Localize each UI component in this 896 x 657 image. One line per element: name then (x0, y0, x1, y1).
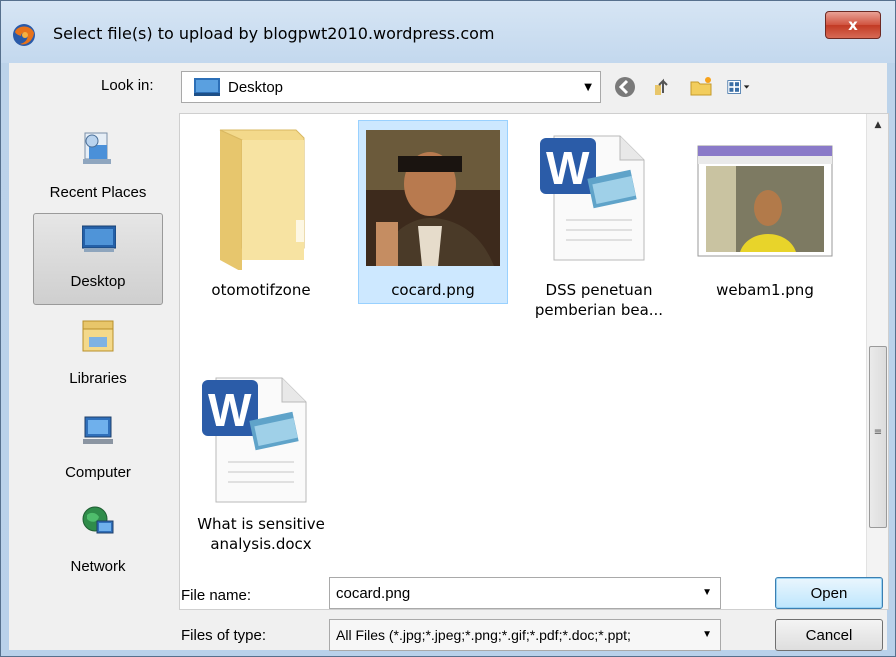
place-label: Desktop (70, 273, 126, 290)
file-name: DSS penetuan pemberian bea... (534, 281, 664, 319)
place-computer[interactable]: Computer (33, 403, 163, 495)
file-name-value: cocard.png (336, 584, 411, 602)
navigation-toolbar (613, 73, 751, 101)
places-bar: Recent Places Desktop Libraries Computer… (23, 113, 171, 588)
place-label: Computer (65, 464, 131, 481)
back-icon[interactable] (613, 75, 637, 99)
file-item-dss-penetuan[interactable]: W DSS penetuan pemberian bea... (524, 120, 674, 322)
file-name: What is sensitive analysis.docx (197, 515, 325, 553)
close-button[interactable]: x (825, 11, 881, 39)
look-in-label: Look in: (101, 77, 154, 94)
firefox-icon (13, 24, 35, 46)
chevron-down-icon[interactable]: ▼ (702, 587, 712, 598)
file-name-label: File name: (181, 587, 252, 604)
recent-places-icon (83, 132, 111, 164)
desktop-small-icon (194, 78, 220, 96)
file-name: webam1.png (716, 281, 814, 299)
close-icon: x (848, 16, 858, 34)
word-document-icon: W (202, 377, 307, 503)
place-libraries[interactable]: Libraries (33, 309, 163, 401)
files-of-type-dropdown[interactable]: All Files (*.jpg;*.jpeg;*.png;*.gif;*.pd… (329, 619, 721, 651)
scrollbar-thumb[interactable]: ≡ (869, 346, 887, 528)
place-recent-places[interactable]: Recent Places (33, 123, 163, 215)
screenshot-thumbnail (697, 145, 833, 257)
cancel-button[interactable]: Cancel (775, 619, 883, 651)
place-label: Libraries (69, 370, 127, 387)
files-of-type-value: All Files (*.jpg;*.jpeg;*.png;*.gif;*.pd… (336, 627, 631, 643)
grip-icon: ≡ (873, 427, 883, 438)
files-of-type-label: Files of type: (181, 627, 267, 644)
libraries-icon (82, 320, 114, 352)
svg-text:W: W (546, 142, 590, 194)
place-desktop[interactable]: Desktop (33, 213, 163, 305)
network-icon (82, 506, 114, 534)
open-button-label: Open (810, 584, 848, 602)
photo-thumbnail (366, 130, 500, 266)
word-document-icon: W (540, 135, 645, 261)
file-name: cocard.png (391, 281, 475, 299)
folder-icon (219, 129, 305, 270)
up-folder-icon[interactable] (651, 75, 675, 99)
dialog-footer: File name: cocard.png ▼ Files of type: A… (9, 563, 887, 653)
file-item-otomotifzone[interactable]: otomotifzone (186, 120, 336, 302)
new-folder-icon[interactable] (689, 75, 713, 99)
title-bar[interactable]: Select file(s) to upload by blogpwt2010.… (1, 1, 895, 63)
look-in-dropdown[interactable]: Desktop ▼ (181, 71, 601, 103)
file-item-webam1[interactable]: webam1.png (690, 120, 840, 302)
file-item-what-is-sensitive[interactable]: W What is sensitive analysis.docx (186, 362, 336, 556)
look-in-value: Desktop (228, 78, 284, 96)
svg-text:W: W (208, 384, 252, 436)
file-name-field[interactable]: cocard.png ▼ (329, 577, 721, 609)
file-list[interactable]: otomotifzone cocard.png W DSS penetuan p… (179, 113, 889, 610)
window-title: Select file(s) to upload by blogpwt2010.… (53, 24, 495, 43)
place-label: Recent Places (49, 184, 147, 201)
chevron-down-icon: ▼ (584, 82, 592, 93)
computer-icon (83, 416, 113, 444)
scroll-up-icon[interactable]: ▲ (867, 120, 889, 130)
desktop-icon (82, 225, 116, 252)
dialog-body: Look in: Desktop ▼ Recent Places Desktop… (9, 63, 889, 653)
vertical-scrollbar[interactable]: ▲ ≡ ▼ (866, 114, 888, 609)
file-name: otomotifzone (211, 281, 311, 299)
file-upload-dialog: Select file(s) to upload by blogpwt2010.… (0, 0, 896, 657)
cancel-button-label: Cancel (805, 626, 853, 644)
view-menu-icon[interactable] (727, 75, 751, 99)
chevron-down-icon[interactable]: ▼ (702, 629, 712, 640)
open-button[interactable]: Open (775, 577, 883, 609)
